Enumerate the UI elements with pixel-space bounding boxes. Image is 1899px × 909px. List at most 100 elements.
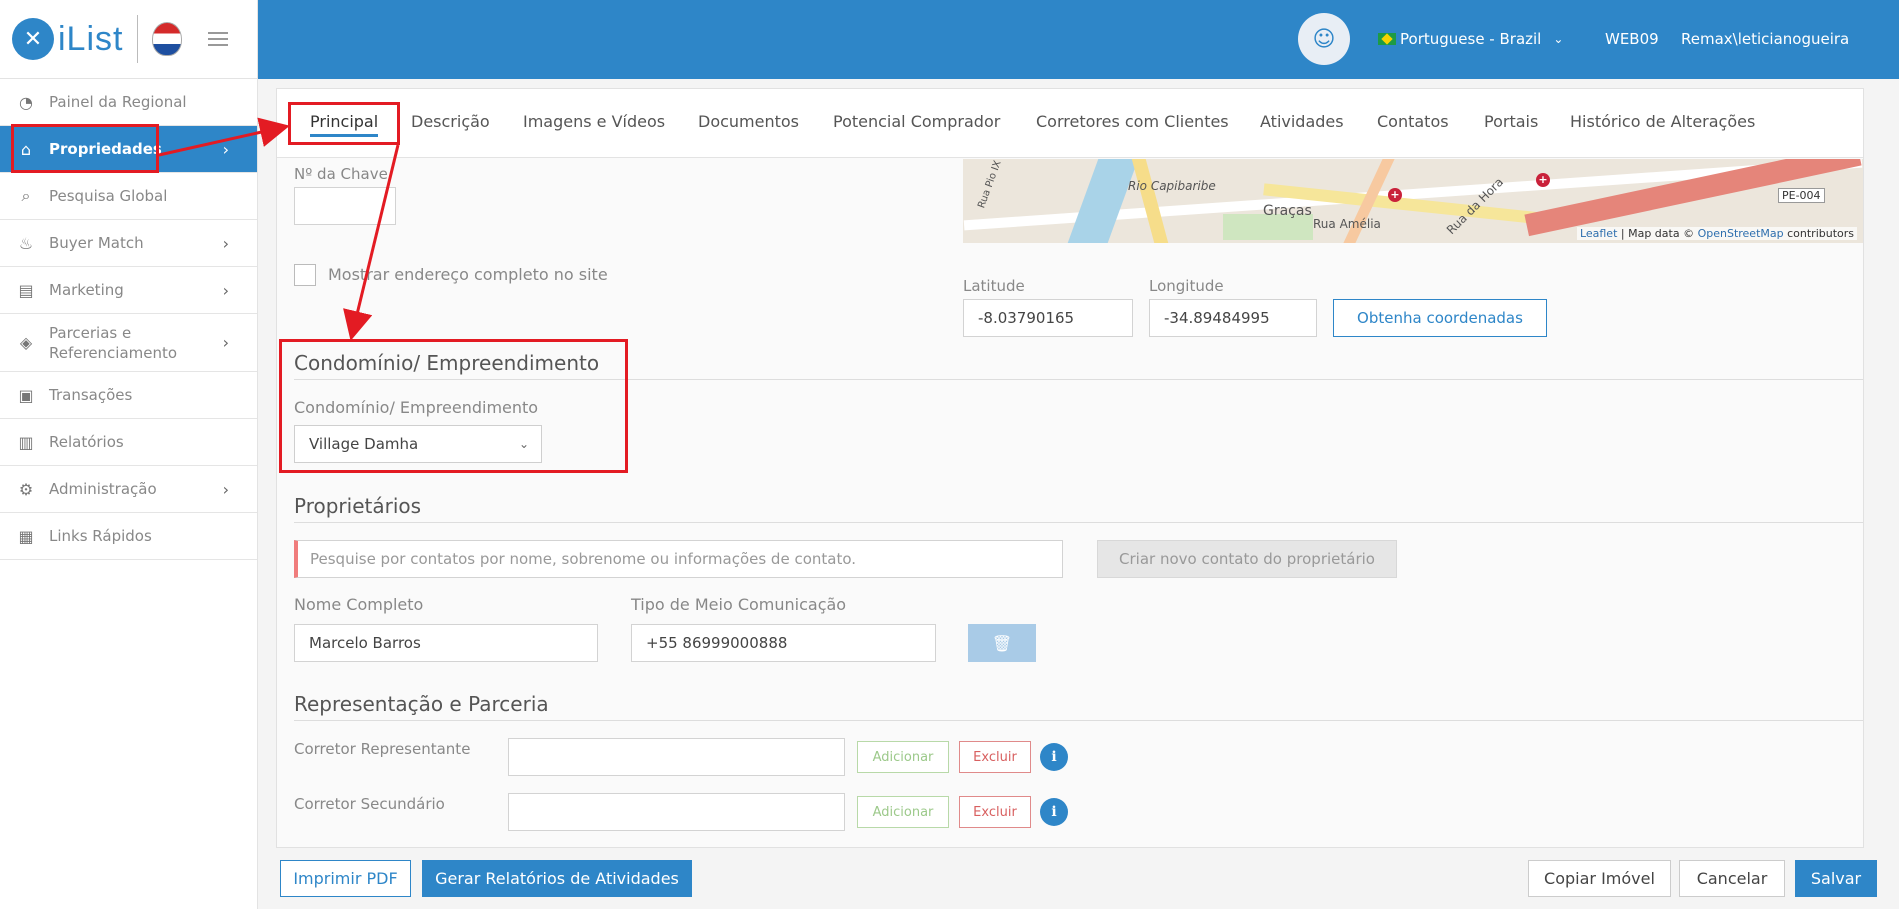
sidebar-item-links-rapidos[interactable]: ▦ Links Rápidos <box>0 513 257 560</box>
sidebar-item-label: Painel da Regional <box>49 93 187 111</box>
sidebar-item-administracao[interactable]: ⚙ Administração › <box>0 466 257 513</box>
remove-representante-button[interactable]: Excluir <box>959 741 1031 773</box>
user-name[interactable]: Remax\leticianogueira <box>1681 30 1849 48</box>
corretor-secundario-input[interactable] <box>508 793 845 831</box>
hamburger-menu-icon[interactable] <box>208 28 229 50</box>
comm-type-input[interactable]: +55 86999000888 <box>631 624 936 662</box>
chevron-right-icon: › <box>222 332 229 352</box>
leaflet-link[interactable]: Leaflet <box>1580 227 1617 240</box>
road-sign: PE-004 <box>1778 188 1825 203</box>
tab-portais[interactable]: Portais <box>1484 112 1538 131</box>
language-label: Portuguese - Brazil <box>1400 30 1542 48</box>
copy-property-button[interactable]: Copiar Imóvel <box>1528 860 1671 897</box>
search-icon: ⌕ <box>21 186 31 205</box>
get-coordinates-button[interactable]: Obtenha coordenadas <box>1333 299 1547 337</box>
full-name-input[interactable]: Marcelo Barros <box>294 624 598 662</box>
hospital-marker-icon: + <box>1536 173 1550 187</box>
gear-icon: ⚙ <box>18 479 34 499</box>
sidebar-item-label: Buyer Match <box>49 234 144 252</box>
osm-link[interactable]: OpenStreetMap <box>1698 227 1784 240</box>
location-map[interactable]: Rio Capibaribe Graças Rua Amélia Rua da … <box>963 159 1863 243</box>
comm-type-label: Tipo de Meio Comunicação <box>631 595 847 614</box>
tab-bar: Principal Descrição Imagens e Vídeos Doc… <box>277 89 1863 158</box>
map-river <box>1067 159 1139 243</box>
remax-balloon-icon <box>152 22 183 56</box>
topbar: ☺ Portuguese - Brazil ⌄ WEB09 Remax\leti… <box>258 0 1899 79</box>
info-icon[interactable]: i <box>1040 743 1068 771</box>
create-owner-button[interactable]: Criar novo contato do proprietário <box>1097 540 1397 578</box>
gauge-icon: ◔ <box>19 92 33 112</box>
tab-imagens-videos[interactable]: Imagens e Vídeos <box>523 112 665 131</box>
sidebar-item-label-line2: Referenciamento <box>49 343 178 362</box>
proprietarios-section-title: Proprietários <box>294 494 422 518</box>
chevron-right-icon: › <box>222 139 229 159</box>
sidebar-item-marketing[interactable]: ▤ Marketing › <box>0 267 257 314</box>
map-label: Rio Capibaribe <box>1128 179 1216 193</box>
tag-icon: ◈ <box>19 332 33 352</box>
owner-search-input[interactable]: Pesquise por contatos por nome, sobrenom… <box>294 540 1063 578</box>
annotation-box-principal-tab <box>288 102 400 145</box>
sidebar-item-pesquisa-global[interactable]: ⌕ Pesquisa Global <box>0 173 257 220</box>
show-address-label: Mostrar endereço completo no site <box>328 265 608 284</box>
remove-secundario-button[interactable]: Excluir <box>959 796 1031 828</box>
delete-owner-button[interactable]: 🗑 <box>968 624 1036 662</box>
map-attribution: Leaflet | Map data © OpenStreetMap contr… <box>1576 227 1857 240</box>
corretor-representante-label: Corretor Representante <box>294 740 471 758</box>
sidebar-item-label-line1: Parcerias e <box>49 323 132 342</box>
chevron-down-icon: ⌄ <box>1553 32 1564 46</box>
sidebar-item-label: Links Rápidos <box>49 527 152 545</box>
attribution-text: contributors <box>1783 227 1854 240</box>
book-icon: ▤ <box>18 280 34 300</box>
section-divider <box>294 522 1863 523</box>
map-label: Rua Amélia <box>1313 217 1381 231</box>
latitude-input[interactable]: -8.03790165 <box>963 299 1133 337</box>
save-button[interactable]: Salvar <box>1795 860 1877 897</box>
corretor-representante-input[interactable] <box>508 738 845 776</box>
sidebar-item-label: Transações <box>49 386 133 404</box>
map-road <box>1131 159 1169 243</box>
sidebar-item-label: Relatórios <box>49 433 124 451</box>
key-number-label: Nº da Chave <box>294 165 388 183</box>
sidebar-item-painel-regional[interactable]: ◔ Painel da Regional <box>0 79 257 126</box>
trash-icon: 🗑 <box>991 633 1013 653</box>
full-name-label: Nome Completo <box>294 595 424 614</box>
office-code: WEB09 <box>1605 30 1659 48</box>
add-secundario-button[interactable]: Adicionar <box>857 796 949 828</box>
activity-report-button[interactable]: Gerar Relatórios de Atividades <box>422 860 692 897</box>
annotation-box-propriedades <box>11 124 159 173</box>
logo-text: iList <box>58 19 124 58</box>
add-representante-button[interactable]: Adicionar <box>857 741 949 773</box>
info-icon[interactable]: i <box>1040 798 1068 826</box>
tab-atividades[interactable]: Atividades <box>1260 112 1344 131</box>
tab-potencial-comprador[interactable]: Potencial Comprador <box>833 112 1000 131</box>
tab-descricao[interactable]: Descrição <box>411 112 490 131</box>
longitude-label: Longitude <box>1149 277 1224 295</box>
chevron-right-icon: › <box>222 280 229 300</box>
tab-historico[interactable]: Histórico de Alterações <box>1570 112 1755 131</box>
ilist-logo-icon[interactable]: ✕ <box>12 18 54 60</box>
tab-corretores-clientes[interactable]: Corretores com Clientes <box>1036 112 1229 131</box>
sidebar-item-transacoes[interactable]: ▣ Transações <box>0 372 257 419</box>
tab-contatos[interactable]: Contatos <box>1377 112 1449 131</box>
robot-assistant-icon[interactable]: ☺ <box>1298 13 1350 65</box>
section-divider <box>294 720 1863 721</box>
chevron-right-icon: › <box>222 479 229 499</box>
longitude-input[interactable]: -34.89484995 <box>1149 299 1317 337</box>
show-address-checkbox[interactable] <box>294 264 316 286</box>
sidebar-item-buyer-match[interactable]: ♨ Buyer Match › <box>0 220 257 267</box>
logo-divider <box>137 15 139 63</box>
map-label: Graças <box>1263 203 1312 219</box>
print-pdf-button[interactable]: Imprimir PDF <box>280 860 411 897</box>
sidebar-item-label: Marketing <box>49 281 124 299</box>
flame-icon: ♨ <box>18 233 34 253</box>
language-selector[interactable]: Portuguese - Brazil ⌄ <box>1378 30 1563 48</box>
map-label: Rua Pio IX <box>976 159 1004 210</box>
brazil-flag-icon <box>1378 33 1396 45</box>
representacao-section-title: Representação e Parceria <box>294 692 549 716</box>
sidebar-item-parcerias[interactable]: ◈ Parcerias e Referenciamento › <box>0 314 257 372</box>
tab-documentos[interactable]: Documentos <box>698 112 799 131</box>
sidebar-item-relatorios[interactable]: ▥ Relatórios <box>0 419 257 466</box>
annotation-box-condominio <box>279 339 628 473</box>
key-number-input[interactable] <box>294 187 396 225</box>
cancel-button[interactable]: Cancelar <box>1679 860 1785 897</box>
